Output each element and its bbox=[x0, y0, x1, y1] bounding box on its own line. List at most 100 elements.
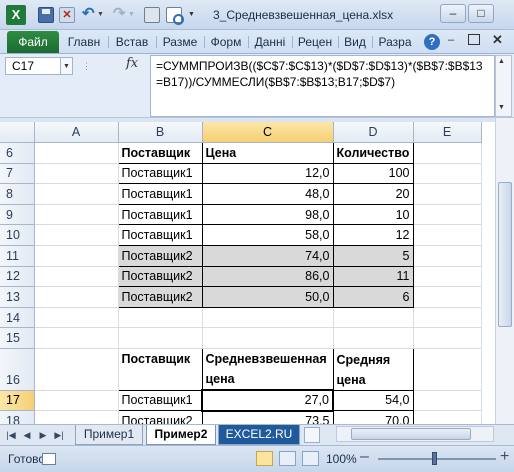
cell-quantity[interactable]: 12 bbox=[332, 224, 414, 247]
sheet-tab-primer1[interactable]: Пример1 bbox=[75, 425, 143, 445]
customize-toolbar-icon[interactable]: ▼ bbox=[188, 7, 198, 23]
cell[interactable] bbox=[34, 266, 119, 288]
cell[interactable] bbox=[34, 307, 119, 329]
undo-dropdown-icon[interactable]: ▼ bbox=[97, 7, 105, 23]
excel-icon[interactable]: X bbox=[6, 5, 26, 25]
horizontal-scroll-thumb[interactable] bbox=[351, 428, 471, 440]
cell-supplier[interactable]: Поставщик2 bbox=[117, 265, 203, 288]
cell[interactable] bbox=[413, 266, 482, 288]
cell[interactable] bbox=[202, 327, 334, 350]
tab-home[interactable]: Главн bbox=[62, 32, 106, 53]
tab-data[interactable]: Данні bbox=[250, 32, 290, 53]
row-header[interactable]: 15 bbox=[0, 327, 35, 350]
tab-page-layout[interactable]: Разме bbox=[158, 32, 202, 53]
help-icon[interactable]: ? bbox=[424, 34, 440, 50]
zoom-out-icon[interactable]: – bbox=[360, 448, 369, 466]
cell-header-average-price[interactable]: Средняя цена bbox=[332, 348, 414, 391]
formula-input[interactable]: =СУММПРОИЗВ(($C$7:$C$13)*($D$7:$D$13)*($… bbox=[150, 55, 495, 117]
page-layout-view-button[interactable] bbox=[279, 451, 296, 466]
prev-sheet-icon[interactable]: ◀ bbox=[20, 428, 34, 442]
row-header[interactable]: 17 bbox=[0, 390, 35, 412]
cell[interactable] bbox=[34, 390, 119, 412]
horizontal-scrollbar[interactable] bbox=[336, 426, 494, 442]
vertical-scrollbar[interactable] bbox=[495, 118, 514, 424]
cell-weighted-price[interactable]: 73,5 bbox=[201, 410, 334, 424]
cell[interactable] bbox=[34, 183, 119, 205]
cell[interactable] bbox=[34, 142, 119, 164]
first-sheet-icon[interactable]: |◀ bbox=[4, 428, 18, 442]
cell-supplier[interactable]: Поставщик2 bbox=[117, 410, 203, 424]
row-header[interactable]: 6 bbox=[0, 142, 35, 164]
cell-price[interactable]: 48,0 bbox=[201, 183, 334, 205]
cell-average-price[interactable]: 70,0 bbox=[332, 410, 414, 424]
maximize-button[interactable]: □ bbox=[468, 4, 494, 23]
sheet-tab-excel2ru[interactable]: EXCEL2.RU bbox=[218, 425, 300, 445]
minimize-ribbon-icon[interactable]: – bbox=[448, 34, 454, 46]
row-header[interactable]: 14 bbox=[0, 307, 35, 329]
zoom-slider[interactable] bbox=[378, 458, 496, 460]
row-header[interactable]: 18 bbox=[0, 410, 35, 424]
cell[interactable] bbox=[413, 224, 482, 247]
cell-quantity[interactable]: 11 bbox=[332, 265, 414, 288]
normal-view-button[interactable] bbox=[256, 451, 273, 466]
cell[interactable] bbox=[333, 307, 414, 329]
restore-window-icon[interactable] bbox=[468, 34, 480, 45]
insert-function-icon[interactable]: fx bbox=[126, 56, 138, 71]
sheet-tab-primer2[interactable]: Пример2 bbox=[146, 425, 216, 445]
cell-header-weighted-price[interactable]: Средневзвешенная цена bbox=[201, 348, 334, 391]
row-header[interactable]: 16 bbox=[0, 348, 35, 391]
close-workbook-icon[interactable]: ✕ bbox=[59, 7, 75, 23]
cell-supplier[interactable]: Поставщик2 bbox=[117, 286, 203, 308]
cell[interactable] bbox=[413, 348, 482, 391]
cell[interactable] bbox=[413, 327, 482, 350]
active-cell[interactable]: 27,0 bbox=[201, 389, 334, 412]
cell[interactable] bbox=[413, 183, 482, 205]
column-header-b[interactable]: B bbox=[118, 122, 203, 144]
cell-quantity[interactable]: 10 bbox=[332, 203, 414, 226]
cell-header-supplier[interactable]: Поставщик bbox=[117, 348, 203, 391]
cell-price[interactable]: 12,0 bbox=[201, 162, 334, 185]
cell[interactable] bbox=[413, 142, 482, 164]
cell[interactable] bbox=[118, 307, 203, 329]
column-header-e[interactable]: E bbox=[413, 122, 482, 144]
zoom-slider-thumb[interactable] bbox=[432, 452, 437, 465]
cell-supplier[interactable]: Поставщик1 bbox=[117, 224, 203, 247]
formula-bar-grip-icon[interactable]: ⋮ bbox=[82, 58, 91, 74]
cell-average-price[interactable]: 54,0 bbox=[332, 389, 414, 412]
cell[interactable] bbox=[413, 245, 482, 267]
cell[interactable] bbox=[34, 327, 119, 350]
row-header[interactable]: 11 bbox=[0, 245, 35, 267]
name-box-dropdown-icon[interactable]: ▼ bbox=[61, 57, 73, 75]
cell-header-quantity[interactable]: Количество bbox=[332, 142, 414, 164]
cell[interactable] bbox=[413, 204, 482, 226]
cell[interactable] bbox=[34, 224, 119, 247]
vertical-scroll-thumb[interactable] bbox=[498, 182, 512, 327]
zoom-in-icon[interactable]: + bbox=[500, 448, 509, 466]
column-header-c[interactable]: C bbox=[202, 122, 334, 144]
cell-price[interactable]: 74,0 bbox=[201, 245, 334, 267]
cell[interactable] bbox=[413, 286, 482, 308]
column-header-d[interactable]: D bbox=[333, 122, 414, 144]
cell[interactable] bbox=[34, 163, 119, 185]
cell[interactable] bbox=[34, 410, 119, 424]
print-icon[interactable] bbox=[144, 7, 160, 23]
scroll-down-icon[interactable]: ▼ bbox=[498, 104, 505, 111]
cell[interactable] bbox=[413, 307, 482, 329]
cell-quantity[interactable]: 20 bbox=[332, 183, 414, 205]
tab-view[interactable]: Вид bbox=[340, 32, 370, 53]
row-header[interactable]: 10 bbox=[0, 224, 35, 247]
tab-developer[interactable]: Разра bbox=[374, 32, 416, 53]
cell-supplier[interactable]: Поставщик1 bbox=[117, 183, 203, 205]
cell[interactable] bbox=[413, 410, 482, 424]
tab-review[interactable]: Рецен bbox=[294, 32, 336, 53]
cell[interactable] bbox=[333, 327, 414, 350]
close-window-icon[interactable]: ✕ bbox=[492, 32, 503, 48]
row-header[interactable]: 13 bbox=[0, 286, 35, 308]
row-header[interactable]: 9 bbox=[0, 204, 35, 226]
print-preview-icon[interactable] bbox=[166, 7, 184, 25]
save-icon[interactable] bbox=[38, 7, 54, 23]
undo-icon[interactable]: ↶ bbox=[82, 6, 98, 23]
cell-supplier[interactable]: Поставщик1 bbox=[117, 162, 203, 185]
name-box[interactable]: C17 bbox=[5, 57, 61, 75]
column-header-a[interactable]: A bbox=[34, 122, 119, 144]
